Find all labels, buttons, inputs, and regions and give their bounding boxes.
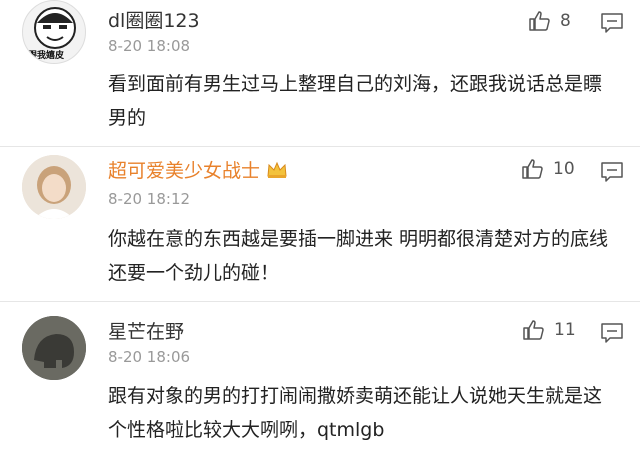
thumbs-up-icon	[529, 11, 550, 31]
crown-icon	[266, 160, 288, 185]
comment-icon	[601, 162, 623, 182]
comment-item: 跟我嬉皮 dl圈圈123 8-20 18:08 看到面前有男生过马上整理自己的刘…	[0, 0, 640, 147]
comment-text: 你越在意的东西越是要插一脚进来 明明都很清楚对方的底线还要一个劲儿的碰！	[108, 228, 609, 284]
avatar[interactable]	[22, 155, 86, 219]
comment-text: 看到面前有男生过马上整理自己的刘海，还跟我说话总是瞟男的	[108, 73, 603, 129]
user-photo-icon	[22, 316, 86, 380]
comment-icon	[601, 13, 623, 33]
like-button[interactable]: 8	[528, 9, 571, 33]
comment-icon	[601, 323, 623, 343]
reply-button[interactable]	[600, 322, 624, 348]
avatar[interactable]: 跟我嬉皮	[22, 0, 86, 64]
like-count: 8	[560, 11, 571, 31]
thumbs-up-icon	[522, 159, 543, 179]
timestamp: 8-20 18:08	[108, 37, 191, 55]
like-count: 11	[554, 320, 576, 340]
username-text: 超可爱美少女战士	[108, 160, 261, 182]
username[interactable]: dl圈圈123	[108, 6, 200, 33]
timestamp: 8-20 18:12	[108, 190, 191, 208]
timestamp: 8-20 18:06	[108, 348, 191, 366]
comment-item: 超可爱美少女战士 8-20 18:12 你越在意的东西越是要插一脚进来 明明都很…	[0, 147, 640, 302]
comment-text: 跟有对象的男的打打闹闹撒娇卖萌还能让人说她天生就是这个性格啦比较大大咧咧，qtm…	[108, 385, 603, 441]
username[interactable]: 星芒在野	[108, 317, 184, 344]
like-button[interactable]: 11	[522, 318, 576, 342]
thumbs-up-icon	[523, 320, 544, 340]
user-photo-icon	[22, 155, 86, 219]
reply-button[interactable]	[600, 161, 624, 187]
avatar-caption: 跟我嬉皮	[28, 51, 65, 61]
comment-item: 星芒在野 8-20 18:06 跟有对象的男的打打闹闹撒娇卖萌还能让人说她天生就…	[0, 302, 640, 450]
like-button[interactable]: 10	[521, 157, 575, 181]
username[interactable]: 超可爱美少女战士	[108, 156, 288, 185]
reply-button[interactable]	[600, 12, 624, 38]
like-count: 10	[553, 159, 575, 179]
avatar[interactable]	[22, 316, 86, 380]
